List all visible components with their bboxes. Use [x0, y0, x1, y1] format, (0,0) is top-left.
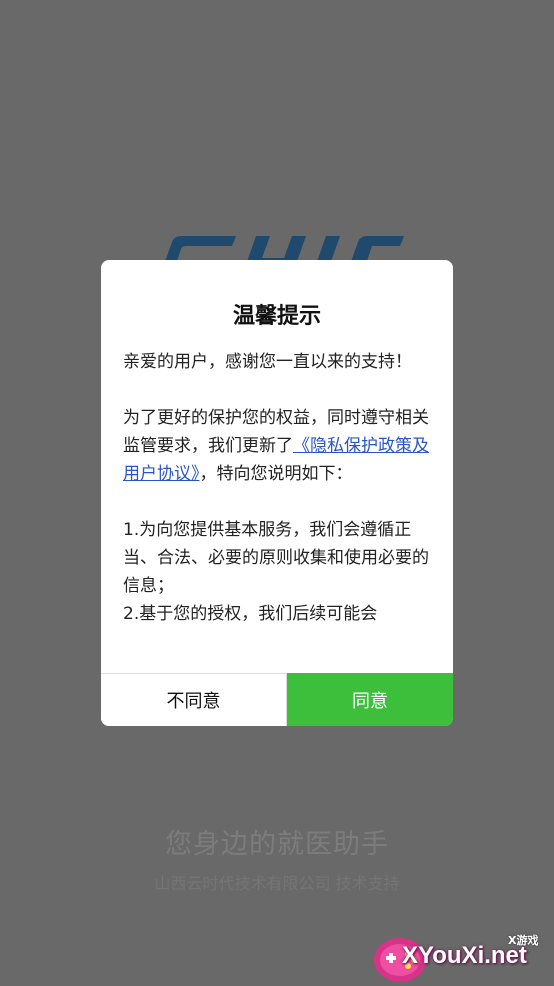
list-item: 2.基于您的授权，我们后续可能会: [123, 604, 378, 624]
agree-button[interactable]: 同意: [287, 673, 453, 726]
dialog-button-row: 不同意 同意: [101, 673, 453, 726]
dialog-body[interactable]: 亲爱的用户，感谢您一直以来的支持！ 为了更好的保护您的权益，同时遵守相关监管要求…: [123, 348, 435, 660]
notice-text-end: ，特向您说明如下：: [199, 464, 353, 484]
notice-paragraph: 为了更好的保护您的权益，同时遵守相关监管要求，我们更新了《隐私保护政策及用户协议…: [123, 404, 435, 488]
list-item: 1.为向您提供基本服务，我们会遵循正当、合法、必要的原则收集和使用必要的信息；: [123, 520, 429, 596]
privacy-dialog: 温馨提示 亲爱的用户，感谢您一直以来的支持！ 为了更好的保护您的权益，同时遵守相…: [101, 260, 453, 726]
disagree-button[interactable]: 不同意: [101, 674, 287, 726]
dialog-title: 温馨提示: [232, 304, 321, 329]
watermark-brand: XYouXi.net: [402, 942, 527, 969]
company-credit: 山西云时代技术有限公司 技术支持: [154, 874, 400, 893]
greeting-text: 亲爱的用户，感谢您一直以来的支持！: [123, 352, 412, 372]
app-tagline: 您身边的就医助手: [165, 829, 389, 860]
app-screen: 您身边的就医助手 山西云时代技术有限公司 技术支持 X游戏 XYouXi.net…: [0, 0, 554, 986]
